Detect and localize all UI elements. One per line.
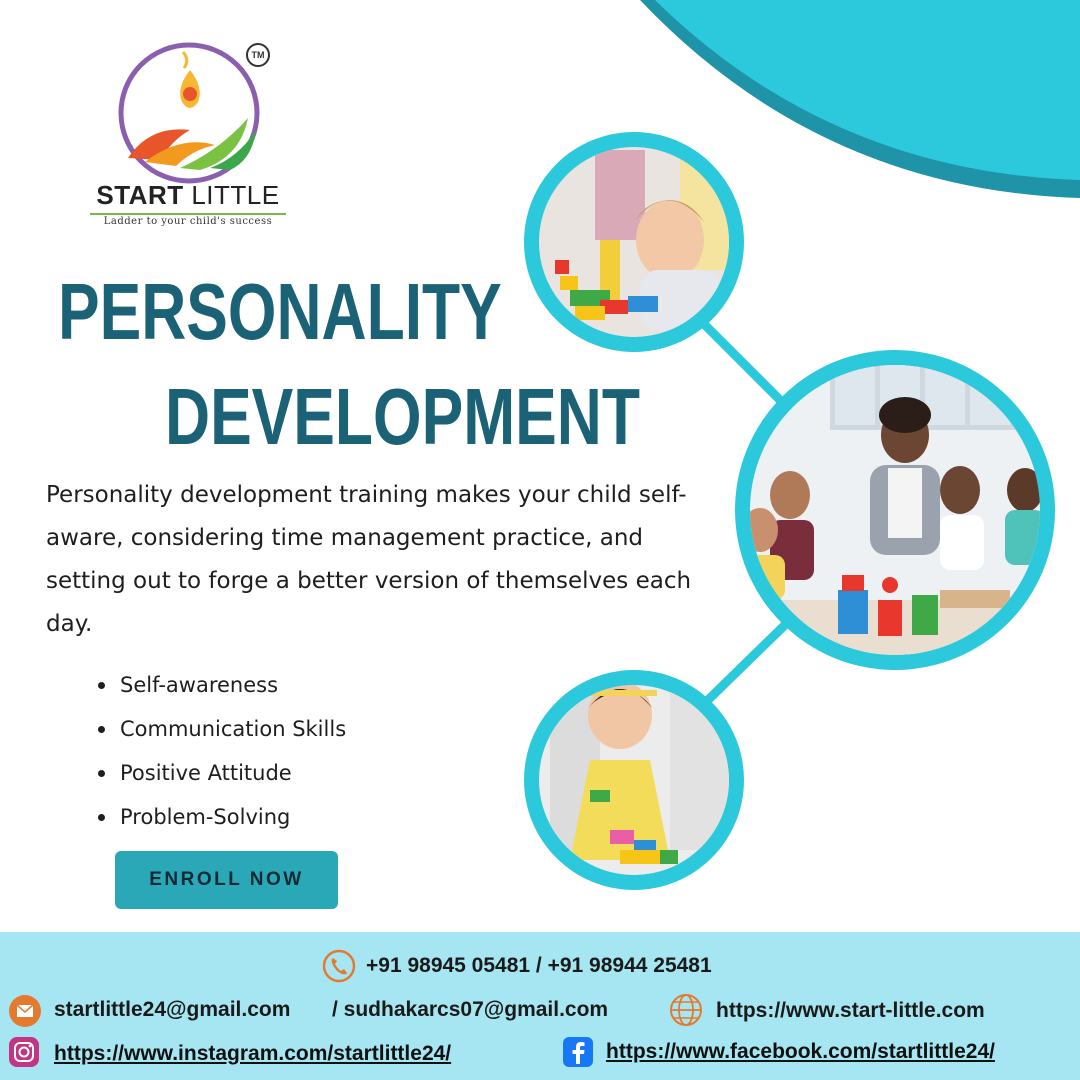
email-primary[interactable]: startlittle24@gmail.com: [54, 998, 290, 1022]
instagram-icon: [9, 1037, 39, 1067]
email-secondary[interactable]: / sudhakarcs07@gmail.com: [332, 998, 608, 1022]
photo-toddler-blocks: [524, 132, 744, 352]
website-link[interactable]: https://www.start-little.com: [716, 999, 985, 1023]
email-icon: [9, 995, 41, 1027]
phone-numbers[interactable]: +91 98945 05481 / +91 98944 25481: [366, 954, 712, 978]
photo-girl-blocks: [524, 670, 744, 890]
photo-classroom-teacher: [735, 350, 1055, 670]
phone-icon: [322, 949, 356, 983]
contact-footer: +91 98945 05481 / +91 98944 25481 startl…: [0, 932, 1080, 1080]
facebook-icon: [563, 1037, 593, 1067]
connector-line: [704, 616, 794, 704]
facebook-link[interactable]: https://www.facebook.com/startlittle24/: [606, 1040, 995, 1064]
globe-icon: [670, 994, 702, 1026]
connector-line: [696, 316, 794, 414]
photo-collage: [524, 132, 1055, 890]
instagram-link[interactable]: https://www.instagram.com/startlittle24/: [54, 1042, 451, 1066]
